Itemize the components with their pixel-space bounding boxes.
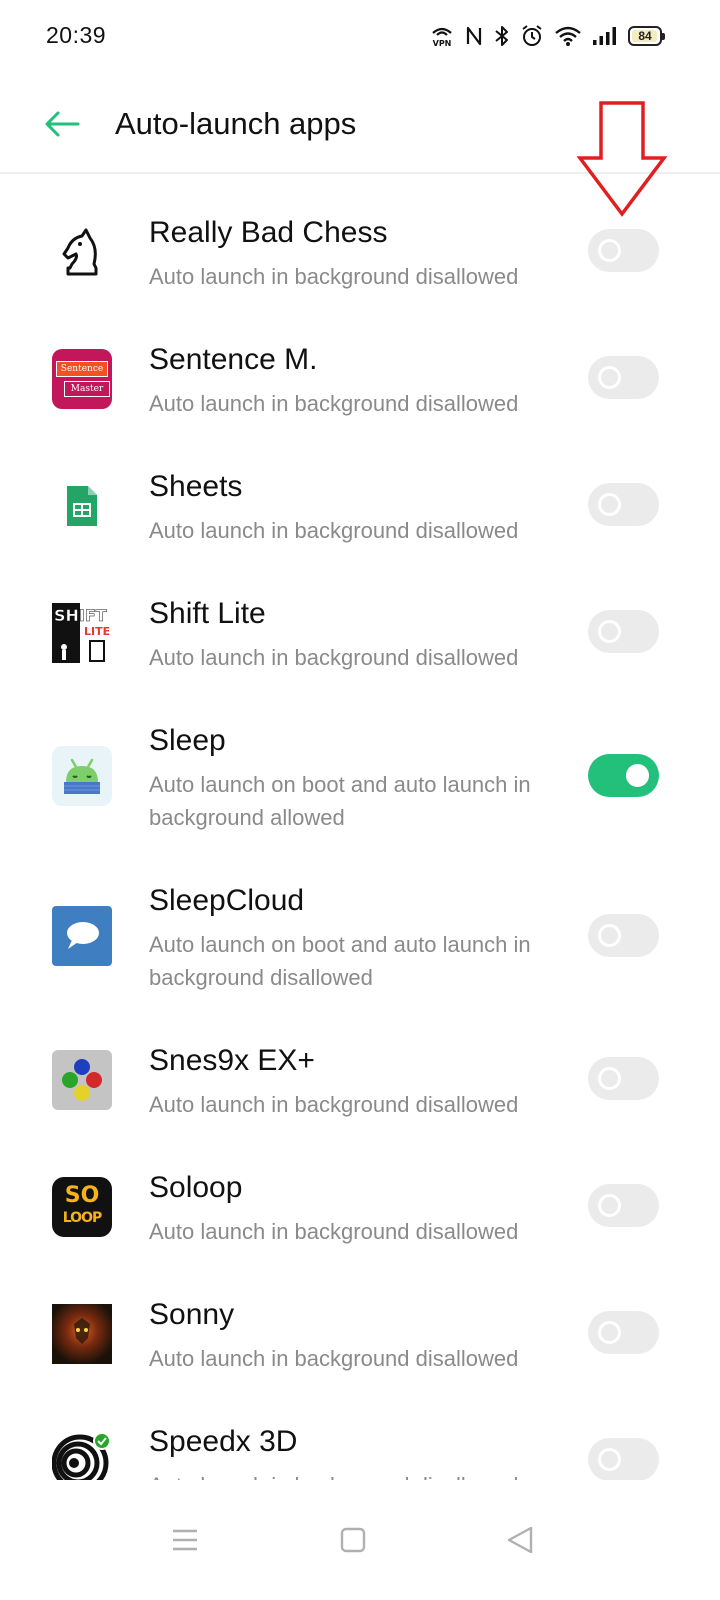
app-name: Sheets (149, 470, 243, 503)
app-description: Auto launch in background disallowed (149, 518, 519, 543)
app-name: SleepCloud (149, 884, 305, 917)
back-arrow-icon (45, 111, 80, 137)
app-description: Auto launch in background disallowed (149, 391, 519, 416)
app-name: Sentence M. (149, 343, 318, 376)
icon-label-top: SHIFT (54, 606, 107, 625)
app-list[interactable]: Really Bad Chess Auto launch in backgrou… (0, 174, 720, 1480)
sleep-android-icon (52, 746, 112, 806)
auto-launch-toggle[interactable] (588, 229, 659, 272)
sheets-icon (52, 476, 112, 536)
list-item: Sentence Master Sentence M. Auto launch … (0, 331, 720, 451)
list-item: SHIFT LITE Shift Lite Auto launch in bac… (0, 585, 720, 705)
home-icon (340, 1527, 366, 1553)
auto-launch-toggle[interactable] (588, 610, 659, 653)
list-item: Snes9x EX+ Auto launch in background dis… (0, 1032, 720, 1152)
status-time: 20:39 (46, 22, 107, 48)
list-item: SO LOOP Soloop Auto launch in background… (0, 1159, 720, 1279)
wifi-icon (555, 26, 581, 46)
alarm-icon (522, 25, 542, 46)
battery-icon: 84 (628, 26, 665, 46)
app-name: Snes9x EX+ (149, 1044, 315, 1077)
icon-label-bottom: Master (63, 381, 111, 397)
bluetooth-icon (495, 26, 508, 46)
auto-launch-toggle[interactable] (588, 1311, 659, 1354)
shift-lite-icon: SHIFT LITE (52, 603, 112, 663)
status-icons: VPN 84 (430, 22, 665, 50)
chess-knight-icon (52, 222, 112, 282)
app-description: Auto launch in background disallowed (149, 1092, 519, 1117)
back-button[interactable] (38, 100, 86, 148)
speedx-spiral-icon (52, 1431, 112, 1480)
snes-gamepad-icon (52, 1050, 112, 1110)
list-item: Speedx 3D Auto launch in background disa… (0, 1413, 720, 1480)
list-item: Sleep Auto launch on boot and auto launc… (0, 712, 720, 872)
svg-text:VPN: VPN (433, 39, 452, 48)
menu-button[interactable] (155, 1510, 215, 1570)
app-description: Auto launch in background disallowed (149, 1346, 519, 1371)
toggle-knob (598, 239, 621, 262)
vpn-icon: VPN (432, 27, 452, 48)
toggle-knob (598, 924, 621, 947)
menu-icon (173, 1529, 197, 1551)
app-name: Sonny (149, 1298, 235, 1331)
icon-label-bottom: LITE (84, 625, 110, 638)
auto-launch-toggle[interactable] (588, 483, 659, 526)
page-title: Auto-launch apps (115, 106, 357, 141)
list-item: Sheets Auto launch in background disallo… (0, 458, 720, 578)
app-description: Auto launch in background disallowed (149, 1219, 519, 1244)
app-name: Sleep (149, 724, 226, 757)
home-button[interactable] (323, 1510, 383, 1570)
app-name: Soloop (149, 1171, 243, 1204)
sonny-icon (52, 1304, 112, 1364)
toggle-knob (598, 493, 621, 516)
auto-launch-toggle[interactable] (588, 754, 659, 797)
toggle-knob (598, 620, 621, 643)
signal-icon (593, 27, 616, 45)
app-description: Auto launch in background disallowed (149, 264, 519, 289)
icon-label-bottom: LOOP (62, 1210, 102, 1226)
auto-launch-toggle[interactable] (588, 1438, 659, 1480)
list-item: Sonny Auto launch in background disallow… (0, 1286, 720, 1406)
app-name: Shift Lite (149, 597, 266, 630)
list-item: Really Bad Chess Auto launch in backgrou… (0, 204, 720, 324)
icon-label-top: Sentence (55, 361, 109, 377)
toggle-knob (598, 366, 621, 389)
app-name: Speedx 3D (149, 1425, 298, 1458)
nfc-icon (466, 26, 482, 46)
auto-launch-toggle[interactable] (588, 1184, 659, 1227)
annotation-arrow-icon (576, 101, 668, 217)
auto-launch-toggle[interactable] (588, 914, 659, 957)
app-description: Auto launch in background disallowed (149, 1469, 559, 1480)
toggle-knob (598, 1067, 621, 1090)
back-icon (507, 1526, 533, 1554)
app-description: Auto launch on boot and auto launch in b… (149, 772, 531, 830)
toggle-knob (626, 764, 649, 787)
app-name: Really Bad Chess (149, 216, 388, 249)
nav-back-button[interactable] (490, 1510, 550, 1570)
toggle-knob (598, 1194, 621, 1217)
auto-launch-toggle[interactable] (588, 356, 659, 399)
status-bar: 20:39 VPN 84 (0, 0, 720, 70)
sentence-master-icon: Sentence Master (52, 349, 112, 409)
app-description: Auto launch in background disallowed (149, 645, 519, 670)
toggle-knob (598, 1448, 621, 1471)
app-description: Auto launch on boot and auto launch in b… (149, 932, 531, 990)
battery-level: 84 (638, 29, 652, 43)
navigation-bar (0, 1480, 720, 1600)
auto-launch-toggle[interactable] (588, 1057, 659, 1100)
icon-label-top: SO (64, 1183, 100, 1208)
list-item: SleepCloud Auto launch on boot and auto … (0, 872, 720, 1032)
toggle-knob (598, 1321, 621, 1344)
sleepcloud-icon (52, 906, 112, 966)
soloop-icon: SO LOOP (52, 1177, 112, 1237)
